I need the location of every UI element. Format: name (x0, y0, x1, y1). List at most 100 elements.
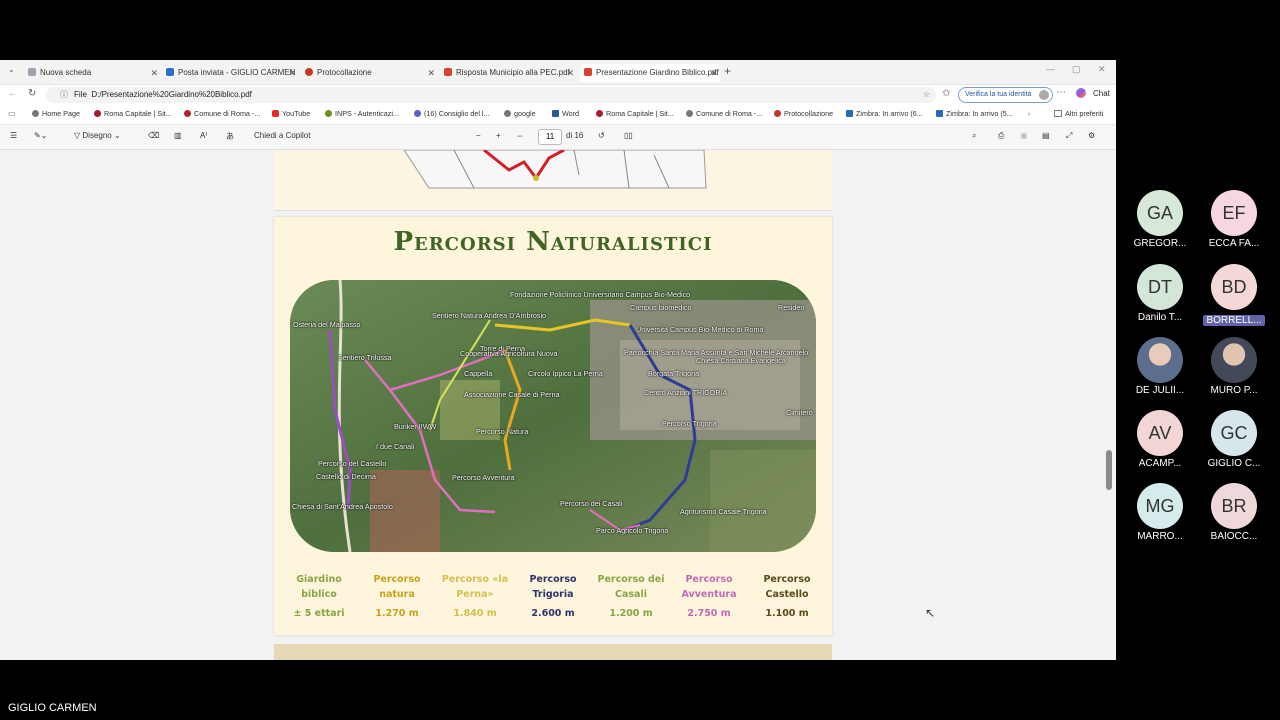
pdf-viewer[interactable]: Percorsi Naturalistici Fondazione Policl… (0, 148, 1116, 660)
read-aloud-icon[interactable]: A⁾ (200, 131, 207, 140)
page-view-icon[interactable]: ▥ (174, 131, 182, 140)
settings-icon[interactable]: ⚙ (1088, 131, 1095, 140)
tab-mail[interactable]: Posta inviata - GIGLIO CARMEN - ✕ (166, 64, 296, 82)
bookmark-youtube[interactable]: YouTube (272, 109, 310, 118)
avatar-photo (1211, 337, 1257, 383)
legend-distance: 1.100 m (765, 608, 809, 619)
tab-protocollazione[interactable]: Protocollazione ✕ (305, 64, 435, 82)
search-icon[interactable]: ⌕ (972, 131, 976, 141)
tab-new[interactable]: Nuova scheda ✕ (28, 64, 158, 82)
fullscreen-icon[interactable]: ⤢ (1066, 131, 1072, 141)
close-icon[interactable]: ✕ (150, 64, 158, 82)
verify-identity-button[interactable]: Verifica la tua identità (958, 87, 1053, 103)
map-label: Campus biomedico (630, 303, 692, 312)
refresh-icon[interactable]: ↻ (28, 88, 36, 99)
bookmark-roma-capitale[interactable]: Roma Capitale | Sit... (94, 109, 172, 118)
highlight-icon[interactable]: ✎⌄ (34, 131, 47, 140)
address-bar: ← ↻ ⓘ File D:/Presentazione%20Giardino%20… (0, 85, 1116, 105)
participant-tile[interactable]: BD BORRELL... (1189, 264, 1279, 328)
map-label: Parco Agricolo Trigoria (596, 526, 669, 535)
bookmarks-overflow-icon[interactable]: › (1028, 109, 1030, 118)
close-icon[interactable]: ✕ (288, 64, 296, 82)
favorites-icon[interactable]: ✩ (942, 88, 950, 99)
new-tab-icon[interactable]: + (724, 64, 731, 78)
participant-tile[interactable]: BR BAIOCC... (1189, 483, 1279, 542)
close-icon[interactable]: ✕ (566, 64, 574, 82)
zoom-out-icon[interactable]: − (476, 131, 481, 140)
legend-percorso-dei-casali: Percorso dei Casali 1.200 m (592, 572, 670, 621)
map-label: Centro Anziani TRIGORIA (644, 388, 728, 397)
save-icon[interactable]: ▣ (1020, 131, 1028, 140)
bookmark-comune-roma[interactable]: Comune di Roma -... (184, 109, 260, 118)
bookmark-comune-roma-2[interactable]: Comune di Roma -... (686, 109, 762, 118)
bookmark-inps[interactable]: INPS - Autenticazi... (325, 109, 399, 118)
close-window-icon[interactable]: ✕ (1098, 64, 1106, 75)
bookmark-consiglio[interactable]: (16) Consiglio del l... (414, 109, 490, 118)
bookmark-label: (16) Consiglio del l... (424, 109, 490, 118)
more-icon[interactable]: ⋯ (1056, 87, 1066, 98)
legend-distance: ± 5 ettari (293, 608, 345, 619)
participant-tile[interactable]: GC GIGLIO C... (1189, 410, 1279, 469)
participant-tile[interactable]: EF ECCA FA... (1189, 190, 1279, 249)
tab-presentazione-pdf[interactable]: Presentazione Giardino Biblico.pdf ✕ (580, 64, 720, 82)
scrollbar-thumb[interactable] (1106, 450, 1112, 490)
contents-icon[interactable]: ☰ (10, 131, 17, 140)
close-icon[interactable]: ✕ (710, 64, 718, 82)
zoom-in-icon[interactable]: + (496, 131, 501, 140)
minimize-icon[interactable]: — (1046, 64, 1055, 74)
map-label: Percorso Trigoria (662, 419, 717, 428)
tab-label: Protocollazione (317, 68, 372, 77)
tab-risposta-pdf[interactable]: Risposta Municipio alla PEC.pdf ✕ (444, 64, 574, 82)
bookmark-home[interactable]: Home Page (32, 109, 80, 118)
mail-icon (166, 68, 174, 76)
bookmark-roma-capitale-2[interactable]: Roma Capitale | Sit... (596, 109, 674, 118)
bookmark-label: Protocollazione (784, 109, 834, 118)
scrollbar[interactable] (1106, 150, 1112, 660)
participant-tile[interactable]: MURO P... (1189, 337, 1279, 396)
bookmark-google[interactable]: google (504, 109, 536, 118)
map-label: Bunker IIWW (394, 422, 437, 431)
bookmark-altri-preferiti[interactable]: Altri preferiti (1054, 109, 1103, 118)
tab-actions-icon[interactable]: ▭ (8, 109, 16, 118)
maximize-icon[interactable]: ▢ (1072, 64, 1081, 75)
chat-label[interactable]: Chat (1093, 89, 1110, 98)
map-label: Chiesa Cristiana Evangelica (696, 356, 786, 365)
favorite-star-icon[interactable]: ☆ (923, 87, 930, 103)
bookmark-zimbra-2[interactable]: Zimbra: In arrivo (5... (936, 109, 1013, 118)
save-as-icon[interactable]: ▤ (1042, 131, 1050, 140)
bookmark-word[interactable]: Word (552, 109, 579, 118)
copilot-icon[interactable] (1076, 88, 1086, 98)
map-label: Sentiero Natura Andrea D'Ambrosio (432, 311, 547, 320)
legend-percorso-castello: Percorso Castello 1.100 m (748, 572, 826, 621)
mouse-cursor-icon: ↖ (925, 606, 936, 620)
url-scheme: File (74, 90, 87, 99)
two-page-icon[interactable]: ▯▯ (624, 131, 633, 140)
profile-avatar[interactable] (1038, 90, 1049, 100)
back-icon[interactable]: ← (8, 88, 18, 99)
word-icon (552, 110, 559, 117)
trail-map: Fondazione Policlinico Universitario Cam… (290, 280, 816, 552)
close-icon[interactable]: ✕ (427, 64, 435, 82)
tab-list-icon[interactable]: ⌄ (8, 65, 15, 74)
draw-button[interactable]: ▽ Disegno ⌄ (74, 131, 121, 140)
map-label: Cooperativa Agricoltura Nuova (460, 349, 558, 358)
bookmark-zimbra-1[interactable]: Zimbra: In arrivo (6... (846, 109, 923, 118)
bookmark-label: Comune di Roma -... (696, 109, 763, 118)
bookmark-protocollazione[interactable]: Protocollazione (774, 109, 833, 118)
pdf-icon (444, 68, 452, 76)
ask-copilot-button[interactable]: Chiedi a Copilot (254, 131, 310, 140)
translate-icon[interactable]: あ (226, 131, 234, 142)
legend-percorso-la-perna: Percorso «la Perna» 1.840 m (436, 572, 514, 621)
previous-page (274, 148, 832, 211)
url-field[interactable]: ⓘ File D:/Presentazione%20Giardino%20Bibl… (46, 87, 936, 103)
print-icon[interactable]: ⎙ (998, 131, 1004, 141)
page-number-input[interactable]: 11 (538, 129, 562, 145)
globe-icon (504, 110, 511, 117)
fit-page-icon[interactable]: ⇔ (516, 131, 524, 140)
eraser-icon[interactable]: ⌫ (148, 131, 159, 140)
next-page (274, 644, 832, 660)
legend-distance: 1.840 m (453, 608, 497, 619)
avatar: DT (1137, 264, 1183, 310)
rotate-icon[interactable]: ↺ (598, 131, 605, 140)
globe-icon (32, 110, 39, 117)
